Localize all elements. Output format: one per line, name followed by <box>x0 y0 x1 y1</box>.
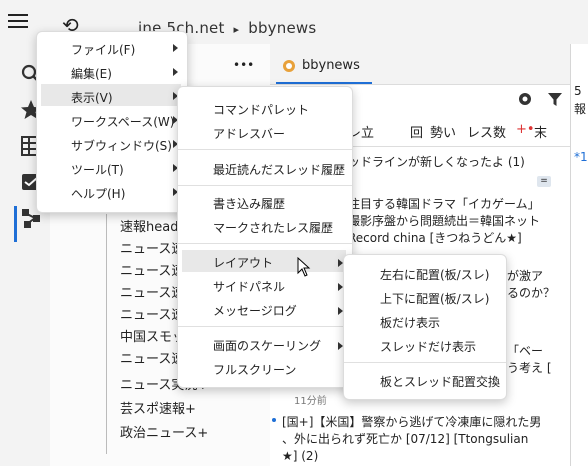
mouse-cursor-icon <box>297 257 311 277</box>
right-panel-num: 5 <box>574 84 582 98</box>
thread-row[interactable]: が激ア <box>507 268 543 285</box>
menu-screen-scaling[interactable]: 画面のスケーリング <box>213 337 321 354</box>
board-item[interactable]: 速報head <box>120 216 178 235</box>
menu-separator <box>178 326 352 327</box>
thread-badge: = <box>537 176 551 187</box>
thread-row[interactable]: Record china [きつねうどん★] <box>348 230 522 247</box>
menu-help[interactable]: ヘルプ(H) <box>71 185 125 202</box>
main-menu: ファイル(F) 編集(E) 表示(V) ワークスペース(W) サブウィンドウ(S… <box>36 31 188 213</box>
col-kai[interactable]: 回 <box>410 122 423 141</box>
thread-row[interactable]: う考え [ <box>507 360 552 377</box>
board-item[interactable]: ニュース速 <box>120 304 184 323</box>
menu-message-log[interactable]: メッセージログ <box>213 302 297 319</box>
menu-command-palette[interactable]: コマンドパレット <box>213 101 309 118</box>
menu-separator <box>178 149 352 150</box>
thread-row[interactable]: 、外に出られず死亡か [07/12] [Ttongsulian <box>282 431 528 448</box>
menu-layout[interactable]: レイアウト <box>213 254 273 271</box>
right-panel-marker: *1 <box>574 150 588 164</box>
col-ikioi[interactable]: 勢い <box>430 122 456 141</box>
menu-separator <box>178 243 352 244</box>
unread-dot <box>272 418 276 422</box>
right-panel-text: 報 <box>574 102 587 116</box>
menu-separator <box>178 185 352 186</box>
address-board: bbynews <box>248 19 317 37</box>
hamburger-menu-icon[interactable] <box>8 14 28 28</box>
menu-view[interactable]: 表示(V) <box>71 89 113 106</box>
menu-fullscreen[interactable]: フルスクリーン <box>213 361 296 378</box>
active-indicator <box>14 206 17 242</box>
menu-marked-res-history[interactable]: マークされたレス履歴 <box>213 219 333 236</box>
menu-subwindow[interactable]: サブウィンドウ(S) <box>71 137 172 154</box>
board-item[interactable]: ニュース速 <box>120 260 184 279</box>
menu-file[interactable]: ファイル(F) <box>71 41 135 58</box>
thread-row[interactable]: るのか？ <box>507 285 555 302</box>
col-new[interactable]: +• <box>516 122 535 137</box>
address-separator: ▸ <box>233 23 240 36</box>
board-item[interactable]: 政治ニュース+ <box>120 422 208 441</box>
menu-layout-horizontal[interactable]: 左右に配置(板/スレ) <box>380 266 489 283</box>
menu-separator <box>344 362 506 363</box>
menu-layout-swap[interactable]: 板とスレッド配置交換 <box>380 373 500 390</box>
thread-row[interactable]: 撮影序盤から問題続出＝韓国ネット <box>348 213 540 230</box>
record-icon[interactable] <box>518 92 532 106</box>
menu-layout-board-only[interactable]: 板だけ表示 <box>380 314 440 331</box>
board-item[interactable]: 芸スポ速報+ <box>120 398 196 417</box>
submenu-arrow-icon <box>173 44 178 52</box>
view-submenu: コマンドパレット アドレスバー 最近読んだスレッド履歴 書き込み履歴 マークされ… <box>177 86 353 388</box>
thread-row[interactable]: 「ベー <box>507 343 543 360</box>
submenu-arrow-icon <box>173 68 178 76</box>
menu-layout-thread-only[interactable]: スレッドだけ表示 <box>380 338 476 355</box>
thread-row[interactable]: [国+]【米国】警察から逃げて冷凍庫に隠れた男 <box>282 414 541 431</box>
thread-row[interactable]: ★] (2) <box>282 448 318 465</box>
col-res-count[interactable]: レス数 <box>467 122 506 141</box>
thread-row[interactable]: 注目する韓国ドラマ「イカゲーム」 <box>348 196 540 213</box>
menu-recent-threads[interactable]: 最近読んだスレッド履歴 <box>213 161 345 178</box>
board-item[interactable]: ニュース速 <box>120 348 184 367</box>
menu-layout-vertical[interactable]: 上下に配置(板/スレ) <box>380 290 489 307</box>
menu-post-history[interactable]: 書き込み履歴 <box>213 195 285 212</box>
tree-guide-line <box>106 214 107 454</box>
menu-address-bar[interactable]: アドレスバー <box>213 125 285 142</box>
menu-edit[interactable]: 編集(E) <box>71 65 112 82</box>
filter-icon[interactable] <box>548 93 562 106</box>
menu-tools[interactable]: ツール(T) <box>71 161 124 178</box>
board-tab-icon <box>283 60 295 72</box>
menu-side-panel[interactable]: サイドパネル <box>213 278 285 295</box>
col-unread[interactable]: 末 <box>534 122 547 141</box>
board-item[interactable]: 中国スモッ <box>120 326 185 345</box>
thread-row[interactable]: ッドラインが新しくなったよ (1) <box>348 154 525 171</box>
layout-submenu: 左右に配置(板/スレ) 上下に配置(板/スレ) 板だけ表示 スレッドだけ表示 板… <box>343 254 507 400</box>
board-item[interactable]: ニュース速 <box>120 238 184 257</box>
menu-workspace[interactable]: ワークスペース(W) <box>71 113 174 130</box>
board-item[interactable]: ニュース速 <box>120 282 184 301</box>
tab-label: bbynews <box>302 58 360 73</box>
thread-age: 11分前 <box>294 396 327 407</box>
more-options-icon[interactable]: ••• <box>233 58 254 72</box>
